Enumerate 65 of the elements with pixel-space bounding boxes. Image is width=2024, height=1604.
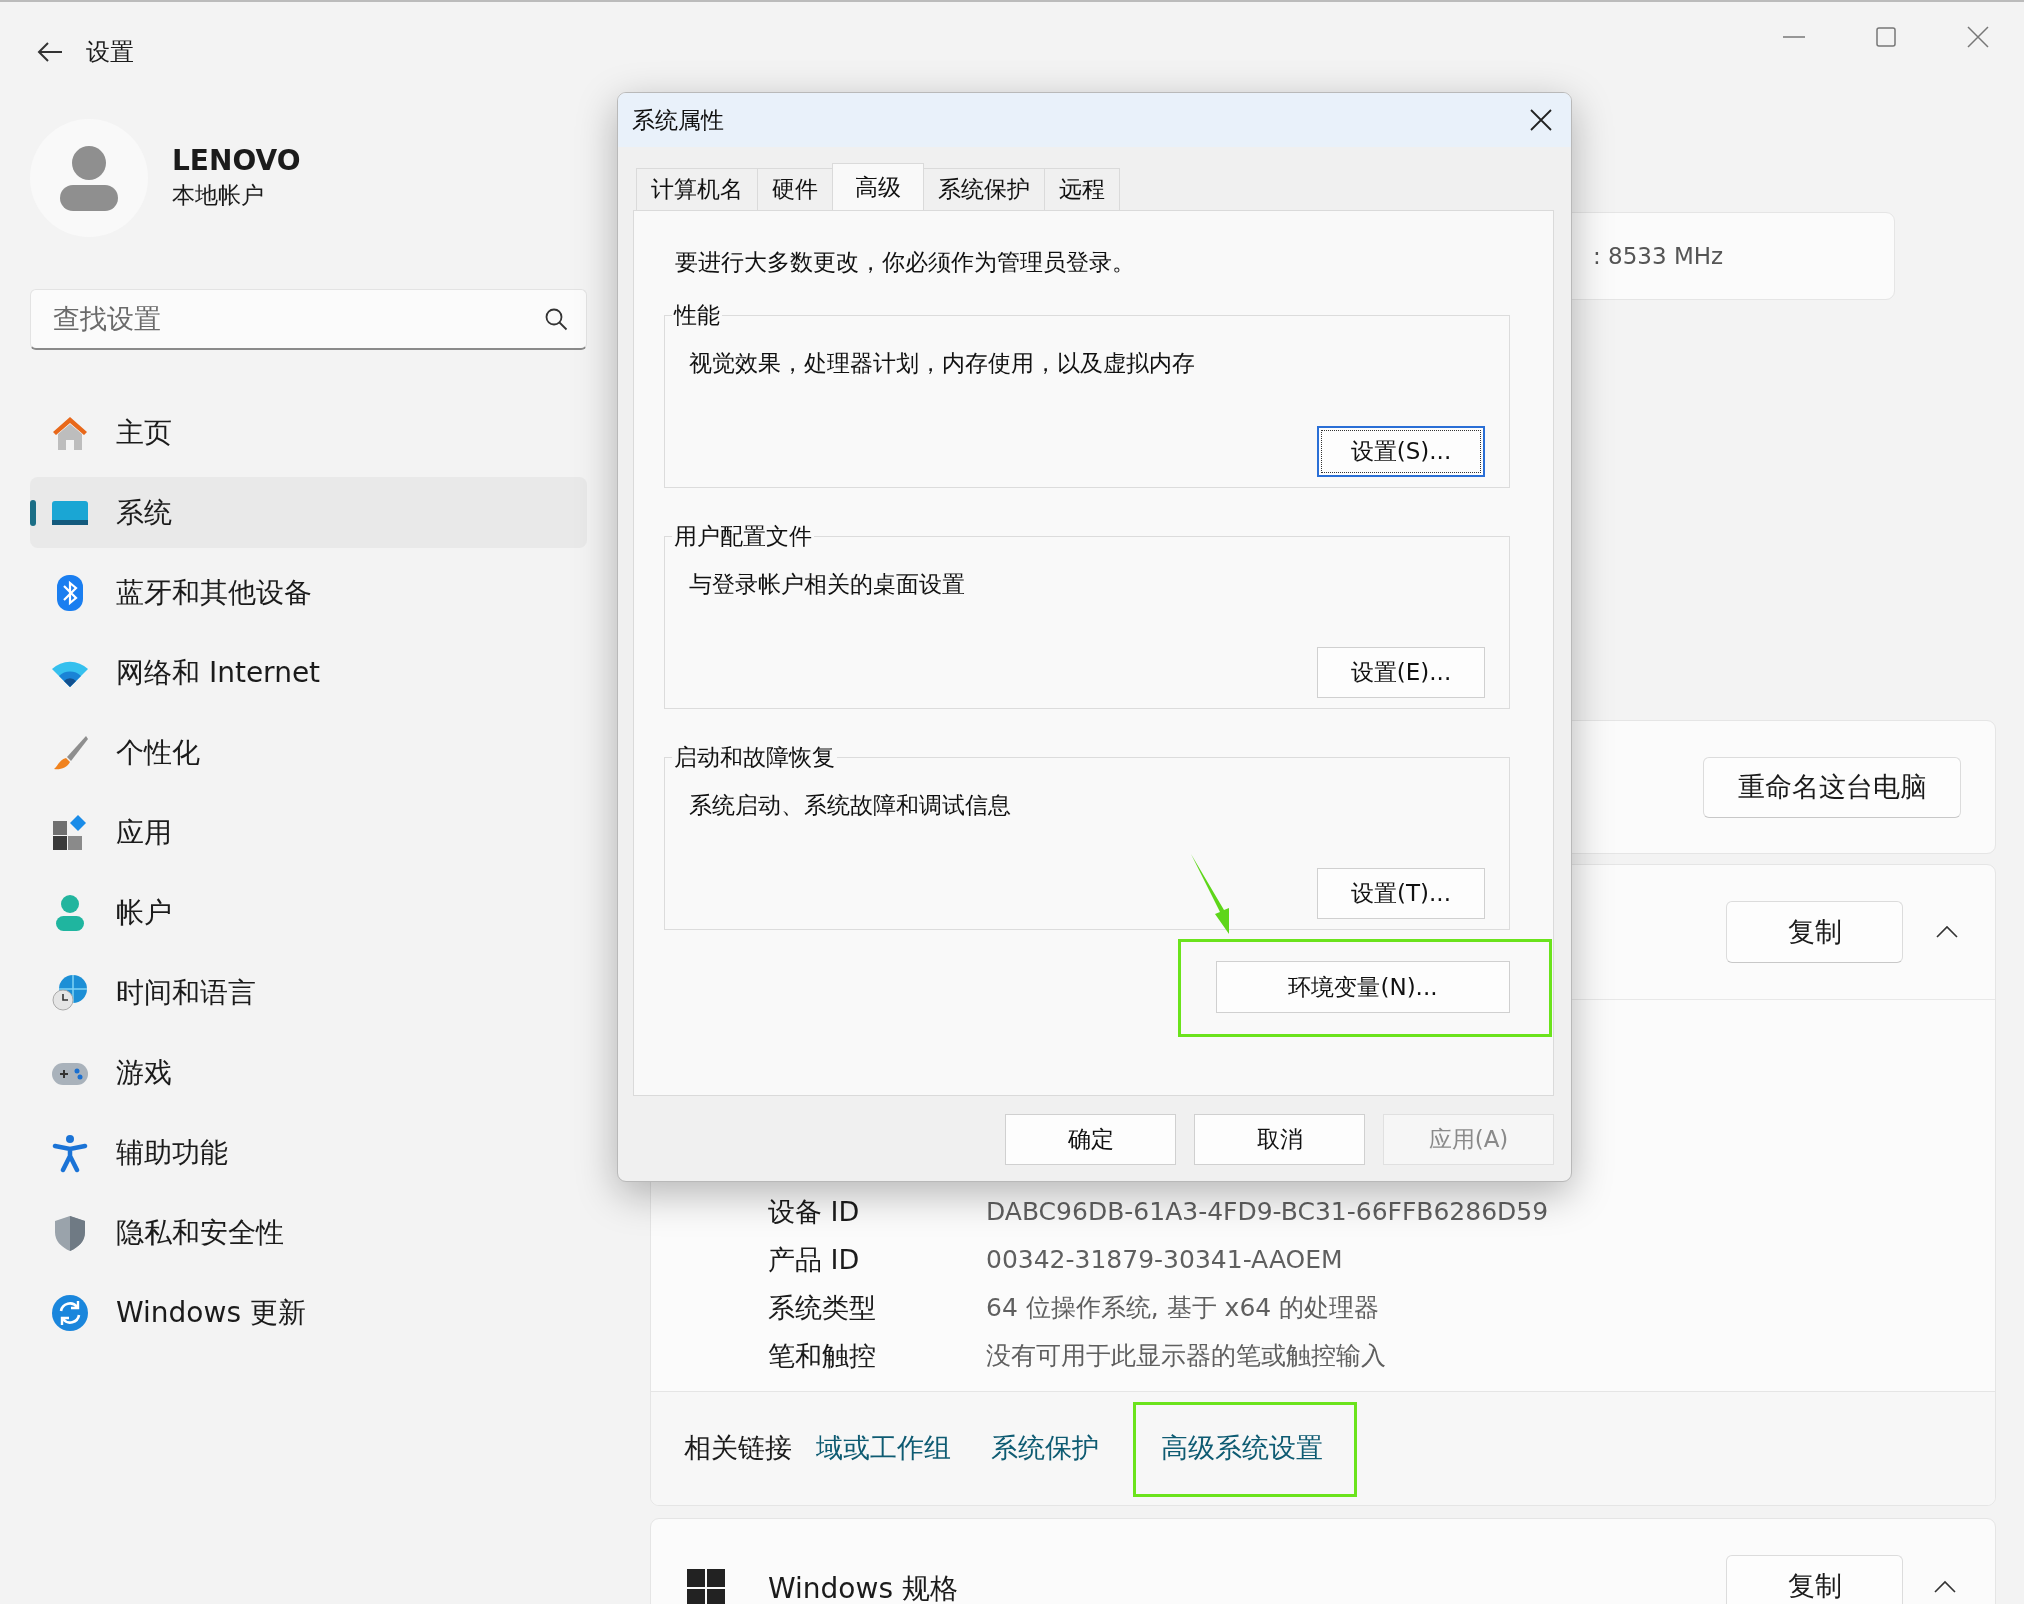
spec-label: 笔和触控 [768, 1338, 877, 1373]
link[interactable]: 高级系统设置 [1141, 1432, 1343, 1464]
link[interactable]: 域或工作组 [796, 1432, 971, 1464]
nav-item[interactable]: 时间和语言 [30, 957, 587, 1028]
settings-button[interactable]: 设置(E)... [1317, 647, 1485, 698]
search-icon [544, 307, 568, 331]
section-title: Windows 规格 [768, 1571, 958, 1604]
globe-clock-icon [50, 972, 90, 1013]
nav-item[interactable]: 游戏 [30, 1037, 587, 1108]
windows-logo-icon [687, 1569, 725, 1604]
spec-label: 产品 ID [768, 1242, 861, 1277]
maximize-icon [1876, 27, 1896, 47]
back-arrow-icon [36, 40, 64, 64]
nav-item[interactable]: 网络和 Internet [30, 637, 587, 708]
related-links-label: 相关链接 [684, 1431, 792, 1466]
spec-value: 64 位操作系统, 基于 x64 的处理器 [986, 1292, 1380, 1325]
account-name: LENOVO [172, 143, 301, 178]
nav-item[interactable]: 应用 [30, 797, 587, 868]
spec-label: 系统类型 [768, 1290, 877, 1325]
accessibility-icon [50, 1132, 90, 1173]
selection-indicator [30, 500, 36, 526]
group-title: 启动和故障恢复 [673, 743, 836, 771]
group-description: 与登录帐户相关的桌面设置 [689, 570, 966, 599]
minimize-icon [1783, 36, 1805, 38]
link[interactable]: 系统保护 [971, 1432, 1119, 1464]
nav-item[interactable]: 个性化 [30, 717, 587, 788]
spec-value: 没有可用于此显示器的笔或触控输入 [986, 1340, 1386, 1373]
tab[interactable]: 高级 [832, 163, 924, 210]
person-icon [59, 145, 119, 211]
spec-label: 设备 ID [768, 1194, 861, 1229]
notice-text: 要进行大多数更改，你必须作为管理员登录。 [675, 248, 1136, 277]
window-title: 设置 [86, 37, 134, 68]
chevron-up-icon [1935, 925, 1959, 939]
nav-item[interactable]: Windows 更新 [30, 1277, 587, 1348]
dialog-button[interactable]: 确定 [1005, 1114, 1176, 1165]
rename-button[interactable]: 重命名这台电脑 [1703, 756, 1961, 818]
group-description: 系统启动、系统故障和调试信息 [689, 791, 1012, 820]
copy-button[interactable]: 复制 [1726, 1555, 1903, 1604]
search-box[interactable]: 查找设置 [30, 289, 587, 350]
spec-value: 00342-31879-30341-AAOEM [986, 1244, 1343, 1277]
nav-item[interactable]: 帐户 [30, 877, 587, 948]
search-field[interactable]: 查找设置 [51, 297, 544, 341]
spec-value: DABC96DB-61A3-4FD9-BC31-66FFB6286D59 [986, 1196, 1549, 1229]
settings-button[interactable]: 设置(S)... [1317, 426, 1485, 477]
dialog-title: 系统属性 [632, 105, 724, 135]
environment-variables-button[interactable]: 环境变量(N)... [1216, 961, 1510, 1013]
nav-item[interactable]: 辅助功能 [30, 1117, 587, 1188]
group-description: 视觉效果，处理器计划，内存使用，以及虚拟内存 [689, 349, 1196, 378]
tab[interactable]: 远程 [1044, 168, 1120, 210]
nav-item[interactable]: 系统 [30, 477, 587, 548]
dialog-button[interactable]: 取消 [1194, 1114, 1365, 1165]
account-type: 本地帐户 [172, 180, 265, 210]
group-title: 用户配置文件 [673, 522, 813, 550]
group-title: 性能 [672, 301, 721, 329]
refresh-icon [50, 1292, 90, 1333]
tab[interactable]: 计算机名 [636, 168, 758, 210]
settings-button[interactable]: 设置(T)... [1317, 868, 1485, 919]
copy-button[interactable]: 复制 [1726, 901, 1903, 963]
nav-item[interactable]: 隐私和安全性 [30, 1197, 587, 1268]
nav-item[interactable]: 蓝牙和其他设备 [30, 557, 587, 628]
spec-text: : 8533 MHz [1593, 241, 1724, 271]
close-icon [1967, 26, 1989, 48]
chevron-up-icon [1933, 1580, 1957, 1594]
close-icon [1530, 109, 1552, 131]
nav-item[interactable]: 主页 [30, 397, 587, 468]
